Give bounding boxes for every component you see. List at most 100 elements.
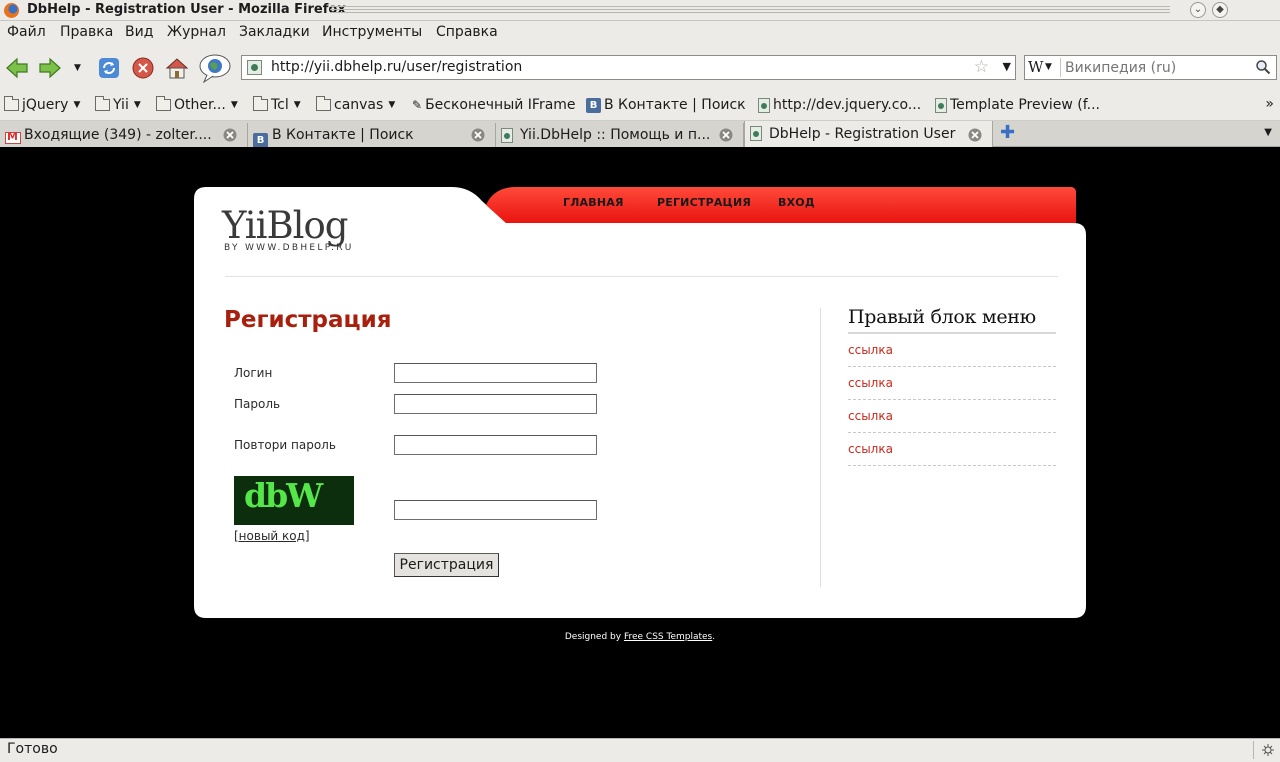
footer-link[interactable]: Free CSS Templates xyxy=(624,632,712,642)
close-tab-icon[interactable] xyxy=(223,128,237,142)
bookmark-icon: ✎ xyxy=(412,98,423,112)
nav-login-link[interactable]: ВХОД xyxy=(778,196,815,209)
status-divider xyxy=(1253,741,1254,759)
repeat-password-input[interactable] xyxy=(394,435,597,455)
tab-yii-dbhelp[interactable]: Yii.DbHelp :: Помощь и п... xyxy=(496,123,744,147)
bookmark-folder-yii[interactable]: Yii ▼ xyxy=(95,96,141,113)
bookmark-link-template-preview[interactable]: Template Preview (f... xyxy=(935,97,1100,113)
search-separator xyxy=(1060,58,1061,77)
title-bar: DbHelp - Registration User - Mozilla Fir… xyxy=(0,0,1280,21)
close-tab-icon[interactable] xyxy=(968,128,982,142)
sidebar-link-divider xyxy=(848,366,1056,367)
folder-icon xyxy=(156,96,171,111)
tab-registration[interactable]: DbHelp - Registration User xyxy=(744,121,993,147)
captcha-input[interactable] xyxy=(394,500,597,520)
footer-credit: Designed by Free CSS Templates. xyxy=(0,632,1280,642)
maximize-icon[interactable]: ◆ xyxy=(1212,2,1228,18)
bookmark-label: canvas xyxy=(334,97,384,113)
chat-globe-icon[interactable] xyxy=(198,53,232,83)
password-label: Пароль xyxy=(234,397,281,411)
url-text[interactable]: http://yii.dbhelp.ru/user/registration xyxy=(271,59,522,75)
status-text: Готово xyxy=(7,741,58,757)
menu-help[interactable]: Справка xyxy=(436,24,498,40)
history-dropdown-icon[interactable]: ▼ xyxy=(74,63,81,73)
search-input[interactable] xyxy=(1065,58,1250,77)
menu-edit[interactable]: Правка xyxy=(60,24,113,40)
bookmark-folder-tcl[interactable]: Tcl ▼ xyxy=(253,96,301,113)
search-engine-icon[interactable]: W xyxy=(1028,58,1043,76)
sidebar-title: Правый блок меню xyxy=(848,306,1036,328)
new-tab-icon[interactable]: ✚ xyxy=(1000,124,1015,142)
bookmark-folder-other[interactable]: Other... ▼ xyxy=(156,96,238,113)
tab-vkontakte[interactable]: B В Контакте | Поиск xyxy=(248,123,496,148)
chevron-down-icon: ▼ xyxy=(73,100,81,110)
bookmark-label: Other... xyxy=(174,97,226,113)
stop-icon[interactable] xyxy=(131,56,155,80)
close-tab-icon[interactable] xyxy=(471,128,485,142)
url-dropdown-icon[interactable]: ▼ xyxy=(1003,60,1011,73)
chevron-down-icon: ▼ xyxy=(293,100,301,110)
menu-bookmarks[interactable]: Закладки xyxy=(239,24,310,40)
navigation-toolbar: ▼ http://yii.dbhelp.ru/user/registration… xyxy=(0,45,1280,91)
new-captcha-link[interactable]: [новый код] xyxy=(234,529,310,543)
tab-label: Yii.DbHelp :: Помощь и п... xyxy=(520,127,711,143)
site-logo[interactable]: YiiBlog xyxy=(222,204,348,247)
menu-file[interactable]: Файл xyxy=(7,24,46,40)
register-button[interactable]: Регистрация xyxy=(394,553,499,577)
title-bar-stripes xyxy=(330,6,1170,15)
close-tab-icon[interactable] xyxy=(719,128,733,142)
bookmark-link-iframe[interactable]: ✎ Бесконечный IFrame xyxy=(412,97,576,113)
resize-grip-icon[interactable] xyxy=(1261,743,1275,757)
menu-tools[interactable]: Инструменты xyxy=(322,24,422,40)
tab-label: В Контакте | Поиск xyxy=(272,127,414,143)
sidebar-link[interactable]: ссылка xyxy=(848,442,893,456)
minimize-icon[interactable]: ⌄ xyxy=(1190,2,1206,18)
bookmark-label: Yii xyxy=(113,97,129,113)
home-icon[interactable] xyxy=(164,55,190,81)
bookmark-link-dev-jquery[interactable]: http://dev.jquery.co... xyxy=(758,97,921,113)
page-icon xyxy=(501,128,513,147)
bookmarks-overflow-icon[interactable]: » xyxy=(1265,96,1274,112)
bookmark-label: В Контакте | Поиск xyxy=(604,97,746,113)
sidebar-link[interactable]: ссылка xyxy=(848,409,893,423)
sidebar-link[interactable]: ссылка xyxy=(848,376,893,390)
url-bar[interactable]: http://yii.dbhelp.ru/user/registration ☆… xyxy=(241,55,1016,80)
chevron-down-icon: ▼ xyxy=(133,100,141,110)
captcha-text: dbW xyxy=(244,476,323,515)
bookmark-star-icon[interactable]: ☆ xyxy=(974,57,989,77)
chevron-down-icon: ▼ xyxy=(388,100,396,110)
search-icon[interactable] xyxy=(1255,59,1271,75)
captcha-image: dbW xyxy=(234,476,354,525)
page-viewport: ГЛАВНАЯ РЕГИСТРАЦИЯ ВХОД YiiBlog BY WWW.… xyxy=(0,147,1280,738)
bookmark-link-vkontakte[interactable]: BВ Контакте | Поиск xyxy=(586,97,746,113)
status-bar: Готово xyxy=(0,738,1280,762)
back-arrow-icon[interactable] xyxy=(5,56,29,80)
forward-arrow-icon[interactable] xyxy=(38,56,62,80)
sidebar-divider xyxy=(820,308,821,587)
password-input[interactable] xyxy=(394,394,597,414)
tab-gmail[interactable]: Входящие (349) - zolter.... xyxy=(0,123,248,147)
menu-history[interactable]: Журнал xyxy=(167,24,226,40)
sidebar-link-divider xyxy=(848,399,1056,400)
bookmark-folder-jquery[interactable]: jQuery ▼ xyxy=(4,96,81,113)
reload-icon[interactable] xyxy=(97,56,121,80)
search-engine-dropdown-icon[interactable]: ▼ xyxy=(1045,62,1052,72)
login-label: Логин xyxy=(234,366,273,380)
login-input[interactable] xyxy=(394,363,597,383)
sidebar-link[interactable]: ссылка xyxy=(848,343,893,357)
tab-label: Входящие (349) - zolter.... xyxy=(24,127,212,143)
blog-container: ГЛАВНАЯ РЕГИСТРАЦИЯ ВХОД YiiBlog BY WWW.… xyxy=(194,187,1086,618)
bookmark-label: http://dev.jquery.co... xyxy=(773,97,922,113)
bookmark-folder-canvas[interactable]: canvas ▼ xyxy=(316,96,396,113)
bookmark-label: Tcl xyxy=(271,97,289,113)
close-window-icon[interactable] xyxy=(1234,2,1250,18)
bookmark-label: Бесконечный IFrame xyxy=(425,97,576,113)
footer-suffix: . xyxy=(712,632,716,642)
tab-list-dropdown-icon[interactable]: ▼ xyxy=(1264,127,1272,138)
menu-view[interactable]: Вид xyxy=(125,24,153,40)
search-bar[interactable]: W ▼ xyxy=(1024,55,1277,80)
tab-label: DbHelp - Registration User xyxy=(769,126,956,142)
nav-register-link[interactable]: РЕГИСТРАЦИЯ xyxy=(657,196,751,209)
nav-home-link[interactable]: ГЛАВНАЯ xyxy=(563,196,624,209)
sidebar-title-rule xyxy=(848,332,1056,334)
